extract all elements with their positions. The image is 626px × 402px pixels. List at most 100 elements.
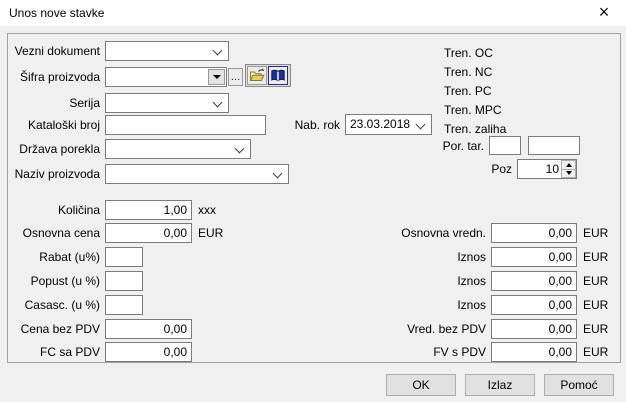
iznos-label: Iznos bbox=[457, 273, 486, 288]
nab-rok-date-combobox[interactable]: 23.03.2018 bbox=[345, 114, 432, 135]
dropdown-arrow-button[interactable] bbox=[208, 68, 225, 85]
chevron-down-icon bbox=[212, 45, 223, 55]
iznos-input-3[interactable] bbox=[491, 294, 577, 315]
fv-s-pdv-input[interactable] bbox=[491, 341, 577, 362]
casasc-label: Casasc. (u %) bbox=[24, 297, 100, 312]
drzava-porekla-combobox[interactable] bbox=[105, 138, 251, 159]
currency-label: EUR bbox=[583, 321, 609, 336]
chevron-down-icon bbox=[234, 143, 245, 153]
chevron-down-icon bbox=[272, 168, 283, 178]
osnovna-vredn-row: Osnovna vredn. EUR bbox=[380, 222, 608, 243]
up-arrow-icon bbox=[565, 162, 572, 167]
nab-rok-value: 23.03.2018 bbox=[350, 117, 411, 131]
product-tools-frame bbox=[245, 64, 291, 87]
fc-sa-pdv-row: FC sa PDV bbox=[0, 341, 192, 362]
open-folder-icon bbox=[249, 68, 265, 81]
sifra-proizvoda-combobox[interactable] bbox=[105, 66, 227, 87]
fv-s-pdv-row: FV s PDV EUR bbox=[380, 341, 608, 362]
por-tar-label: Por. tar. bbox=[442, 139, 484, 153]
naziv-proizvoda-label: Naziv proizvoda bbox=[14, 166, 100, 181]
casasc-row: Casasc. (u %) bbox=[0, 294, 143, 315]
naziv-proizvoda-combobox[interactable] bbox=[105, 163, 289, 184]
tren-mpc-label: Tren. MPC bbox=[444, 103, 502, 117]
vred-bez-pdv-label: Vred. bez PDV bbox=[407, 321, 486, 336]
currency-label: EUR bbox=[583, 273, 609, 288]
title-bar: Unos nove stavke × bbox=[0, 0, 626, 26]
down-arrow-icon bbox=[565, 171, 572, 176]
currency-label: EUR bbox=[583, 344, 609, 359]
more-button[interactable]: … bbox=[228, 68, 243, 86]
sifra-proizvoda-label: Šifra proizvoda bbox=[19, 69, 100, 84]
vezni-dokument-label: Vezni dokument bbox=[14, 43, 100, 58]
chevron-down-icon bbox=[415, 119, 426, 130]
iznos-label: Iznos bbox=[457, 249, 486, 264]
fc-sa-pdv-input[interactable] bbox=[105, 341, 192, 362]
iznos-input-1[interactable] bbox=[491, 246, 577, 267]
osnovna-cena-row: Osnovna cena EUR bbox=[0, 222, 223, 243]
ok-button[interactable]: OK bbox=[386, 374, 456, 396]
fv-s-pdv-label: FV s PDV bbox=[433, 344, 486, 359]
poz-value: 10 bbox=[545, 162, 559, 176]
vezni-dokument-combobox[interactable] bbox=[105, 40, 229, 61]
popust-input[interactable] bbox=[105, 270, 143, 291]
iznos-row-2: Iznos EUR bbox=[380, 270, 608, 291]
catalog-book-button[interactable] bbox=[268, 66, 288, 85]
iznos-row-3: Iznos EUR bbox=[380, 294, 608, 315]
naziv-proizvoda-row: Naziv proizvoda bbox=[0, 163, 289, 184]
kolicina-row: Količina xxx bbox=[0, 199, 216, 220]
kataloski-broj-input[interactable] bbox=[105, 114, 266, 135]
por-tar-input-2[interactable] bbox=[528, 136, 580, 155]
vred-bez-pdv-input[interactable] bbox=[491, 318, 577, 339]
tren-nc-label: Tren. NC bbox=[444, 65, 493, 79]
tren-oc-label: Tren. OC bbox=[444, 46, 493, 60]
vred-bez-pdv-row: Vred. bez PDV EUR bbox=[380, 318, 608, 339]
fc-sa-pdv-label: FC sa PDV bbox=[39, 344, 100, 359]
open-folder-button[interactable] bbox=[247, 66, 267, 85]
casasc-input[interactable] bbox=[105, 294, 143, 315]
osnovna-cena-label: Osnovna cena bbox=[22, 225, 100, 240]
tren-zaliha-label: Tren. zaliha bbox=[444, 122, 507, 136]
rabat-row: Rabat (u%) bbox=[0, 246, 143, 267]
spinner-up-button[interactable] bbox=[561, 160, 576, 170]
kataloski-broj-row: Kataloški broj bbox=[0, 114, 266, 135]
rabat-label: Rabat (u%) bbox=[39, 249, 100, 264]
vezni-dokument-row: Vezni dokument bbox=[0, 40, 229, 61]
currency-label: EUR bbox=[198, 225, 224, 240]
poz-label: Poz bbox=[491, 162, 512, 176]
serija-row: Serija bbox=[0, 92, 229, 113]
close-icon[interactable]: × bbox=[593, 1, 615, 23]
pomoc-button[interactable]: Pomoć bbox=[544, 374, 614, 396]
poz-spinner[interactable]: 10 bbox=[517, 159, 577, 179]
serija-combobox[interactable] bbox=[105, 92, 229, 113]
cena-bez-pdv-row: Cena bez PDV bbox=[0, 318, 192, 339]
iznos-row-1: Iznos EUR bbox=[380, 246, 608, 267]
spinner-down-button[interactable] bbox=[561, 169, 576, 178]
unos-nove-stavke-dialog: Unos nove stavke × Vezni dokument Šifra … bbox=[0, 0, 626, 402]
kolicina-unit: xxx bbox=[198, 202, 216, 217]
popust-label: Popust (u %) bbox=[30, 273, 100, 288]
popust-row: Popust (u %) bbox=[0, 270, 143, 291]
dialog-title: Unos nove stavke bbox=[9, 6, 105, 20]
iznos-input-2[interactable] bbox=[491, 270, 577, 291]
rabat-input[interactable] bbox=[105, 246, 143, 267]
osnovna-cena-input[interactable] bbox=[105, 222, 192, 243]
osnovna-vredn-input[interactable] bbox=[491, 222, 577, 243]
book-icon bbox=[271, 69, 285, 82]
currency-label: EUR bbox=[583, 249, 609, 264]
serija-label: Serija bbox=[69, 95, 100, 110]
sifra-proizvoda-row: Šifra proizvoda bbox=[0, 66, 227, 87]
drzava-porekla-label: Država porekla bbox=[19, 141, 100, 156]
drzava-porekla-row: Država porekla bbox=[0, 138, 251, 159]
cena-bez-pdv-label: Cena bez PDV bbox=[20, 321, 100, 336]
currency-label: EUR bbox=[583, 297, 609, 312]
spinner-buttons bbox=[561, 160, 576, 178]
por-tar-input-1[interactable] bbox=[489, 136, 521, 155]
iznos-label: Iznos bbox=[457, 297, 486, 312]
kataloski-broj-label: Kataloški broj bbox=[27, 117, 100, 132]
kolicina-input[interactable] bbox=[105, 199, 192, 220]
kolicina-label: Količina bbox=[57, 202, 100, 217]
izlaz-button[interactable]: Izlaz bbox=[465, 374, 535, 396]
tren-pc-label: Tren. PC bbox=[444, 84, 492, 98]
cena-bez-pdv-input[interactable] bbox=[105, 318, 192, 339]
osnovna-vredn-label: Osnovna vredn. bbox=[401, 225, 486, 240]
